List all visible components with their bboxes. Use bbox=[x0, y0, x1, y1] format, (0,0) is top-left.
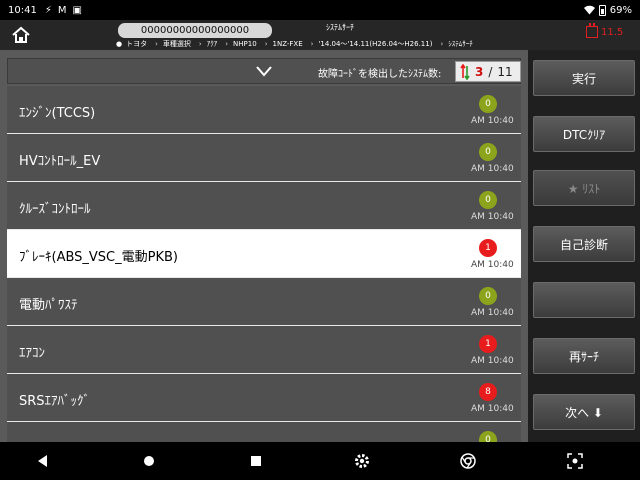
dtc-count-badge: 0 bbox=[479, 191, 497, 209]
gmail-icon: M bbox=[57, 4, 67, 16]
search-time: AM 10:40 bbox=[471, 116, 514, 126]
status-bar: 10:41 ⚡ M ▣ 69% bbox=[0, 0, 640, 20]
breadcrumb-item: トヨタ bbox=[126, 40, 148, 48]
screenshot-icon[interactable] bbox=[566, 452, 584, 470]
search-time: AM 10:40 bbox=[471, 404, 514, 414]
system-list-panel: 故障ｺｰﾄﾞを検出したｼｽﾃﾑ数: 3 / 11 ｴﾝｼﾞﾝ(TCCS) 0 A… bbox=[0, 50, 528, 442]
battery-voltage: 11.5 bbox=[601, 26, 624, 38]
system-row[interactable]: ｴｱｺﾝ 1 AM 10:40 bbox=[7, 326, 521, 374]
image-icon: ▣ bbox=[72, 4, 82, 16]
chevron-right-icon: › bbox=[440, 40, 444, 48]
total-count: 11 bbox=[497, 64, 513, 79]
dtc-count-badge: 0 bbox=[479, 95, 497, 113]
navigation-bar bbox=[0, 442, 640, 480]
wifi-icon bbox=[583, 5, 595, 15]
breadcrumb-item: NHP10 bbox=[233, 40, 257, 48]
count-separator: / bbox=[488, 64, 493, 79]
system-name: HVｺﾝﾄﾛｰﾙ_EV bbox=[19, 154, 101, 169]
breadcrumb-item: 1NZ-FXE bbox=[272, 40, 303, 48]
chevron-right-icon: › bbox=[310, 40, 314, 48]
dtc-count-badge: 1 bbox=[479, 239, 497, 257]
clock: 10:41 bbox=[8, 4, 37, 16]
search-time: AM 10:40 bbox=[471, 260, 514, 270]
function-key-panel: F1 実行 F2 DTCｸﾘｱ ★ ﾘｽﾄ F4 自己診断 F6 再ｻｰﾁ 次へ… bbox=[528, 50, 640, 442]
system-row[interactable]: ｸﾙｰｽﾞｺﾝﾄﾛｰﾙ 0 AM 10:40 bbox=[7, 182, 521, 230]
home-icon[interactable] bbox=[10, 24, 32, 46]
detected-systems-label: 故障ｺｰﾄﾞを検出したｼｽﾃﾑ数: bbox=[318, 69, 442, 80]
app-header: 00000000000000000 ｼｽﾃﾑｻｰﾁ ● トヨタ › 車種選択 ›… bbox=[0, 20, 640, 50]
location-pin-icon: ● bbox=[116, 40, 123, 48]
breadcrumb-item: ｱｸｱ bbox=[206, 40, 218, 48]
home-circle-icon[interactable] bbox=[140, 452, 158, 470]
dtc-count-badge: 0 bbox=[479, 287, 497, 305]
execute-button[interactable]: 実行 bbox=[533, 60, 635, 96]
dtc-count-badge: 0 bbox=[479, 143, 497, 161]
favorite-list-button[interactable]: ★ ﾘｽﾄ bbox=[533, 170, 635, 206]
detected-count-box: 3 / 11 bbox=[455, 61, 521, 82]
system-row-selected[interactable]: ﾌﾞﾚｰｷ(ABS_VSC_電動PKB) 1 AM 10:40 bbox=[7, 230, 521, 278]
chevron-down-icon[interactable] bbox=[255, 64, 273, 78]
chevron-right-icon: › bbox=[264, 40, 268, 48]
self-diagnosis-button[interactable]: 自己診断 bbox=[533, 226, 635, 262]
recents-icon[interactable] bbox=[247, 452, 265, 470]
sort-arrows-icon bbox=[460, 63, 470, 80]
car-battery-icon bbox=[586, 23, 598, 38]
chevron-right-icon: › bbox=[198, 40, 202, 48]
system-name: ｴｱｺﾝ bbox=[19, 346, 45, 361]
next-page-button[interactable]: 次へ ⬇ bbox=[533, 394, 635, 430]
system-name: ｴﾝｼﾞﾝ(TCCS) bbox=[19, 106, 96, 121]
system-name: ﾌﾞﾚｰｷ(ABS_VSC_電動PKB) bbox=[19, 250, 178, 265]
back-icon[interactable] bbox=[34, 452, 52, 470]
screen-title: ｼｽﾃﾑｻｰﾁ bbox=[326, 23, 354, 32]
system-list[interactable]: ｴﾝｼﾞﾝ(TCCS) 0 AM 10:40 HVｺﾝﾄﾛｰﾙ_EV 0 AM … bbox=[7, 86, 521, 442]
research-button[interactable]: 再ｻｰﾁ bbox=[533, 338, 635, 374]
breadcrumb: ● トヨタ › 車種選択 › ｱｸｱ › NHP10 › 1NZ-FXE › '… bbox=[116, 39, 476, 49]
system-row[interactable]: ﾊﾟﾌﾞ 0 bbox=[7, 422, 521, 442]
empty-function-button[interactable] bbox=[533, 282, 635, 318]
lightning-icon: ⚡ bbox=[44, 4, 52, 16]
battery-percent: 69% bbox=[609, 4, 632, 16]
battery-icon bbox=[598, 4, 606, 16]
breadcrumb-item: '14.04～'14.11(H26.04～H26.11) bbox=[318, 40, 433, 48]
system-row[interactable]: ｴﾝｼﾞﾝ(TCCS) 0 AM 10:40 bbox=[7, 86, 521, 134]
search-time: AM 10:40 bbox=[471, 356, 514, 366]
list-header: 故障ｺｰﾄﾞを検出したｼｽﾃﾑ数: 3 / 11 bbox=[7, 58, 521, 84]
detected-count: 3 bbox=[475, 64, 484, 79]
chrome-icon[interactable] bbox=[459, 452, 477, 470]
dtc-count-badge: 8 bbox=[479, 383, 497, 401]
search-time: AM 10:40 bbox=[471, 164, 514, 174]
system-name: 電動ﾊﾟﾜｽﾃ bbox=[19, 298, 78, 313]
chevron-right-icon: › bbox=[225, 40, 229, 48]
dtc-clear-button[interactable]: DTCｸﾘｱ bbox=[533, 116, 635, 152]
battery-voltage-indicator: 11.5 bbox=[586, 23, 624, 38]
search-time: AM 10:40 bbox=[471, 308, 514, 318]
settings-icon[interactable] bbox=[353, 452, 371, 470]
breadcrumb-item: ｼｽﾃﾑｻｰﾁ bbox=[448, 40, 473, 48]
dtc-count-badge: 0 bbox=[479, 431, 497, 442]
dtc-count-badge: 1 bbox=[479, 335, 497, 353]
system-row[interactable]: HVｺﾝﾄﾛｰﾙ_EV 0 AM 10:40 bbox=[7, 134, 521, 182]
vin-display: 00000000000000000 bbox=[118, 23, 272, 38]
search-time: AM 10:40 bbox=[471, 212, 514, 222]
chevron-right-icon: › bbox=[155, 40, 158, 48]
system-row[interactable]: SRSｴｱﾊﾞｯｸﾞ 8 AM 10:40 bbox=[7, 374, 521, 422]
system-name: ｸﾙｰｽﾞｺﾝﾄﾛｰﾙ bbox=[19, 202, 91, 217]
breadcrumb-item: 車種選択 bbox=[162, 40, 191, 48]
system-name: SRSｴｱﾊﾞｯｸﾞ bbox=[19, 394, 91, 409]
system-row[interactable]: 電動ﾊﾟﾜｽﾃ 0 AM 10:40 bbox=[7, 278, 521, 326]
